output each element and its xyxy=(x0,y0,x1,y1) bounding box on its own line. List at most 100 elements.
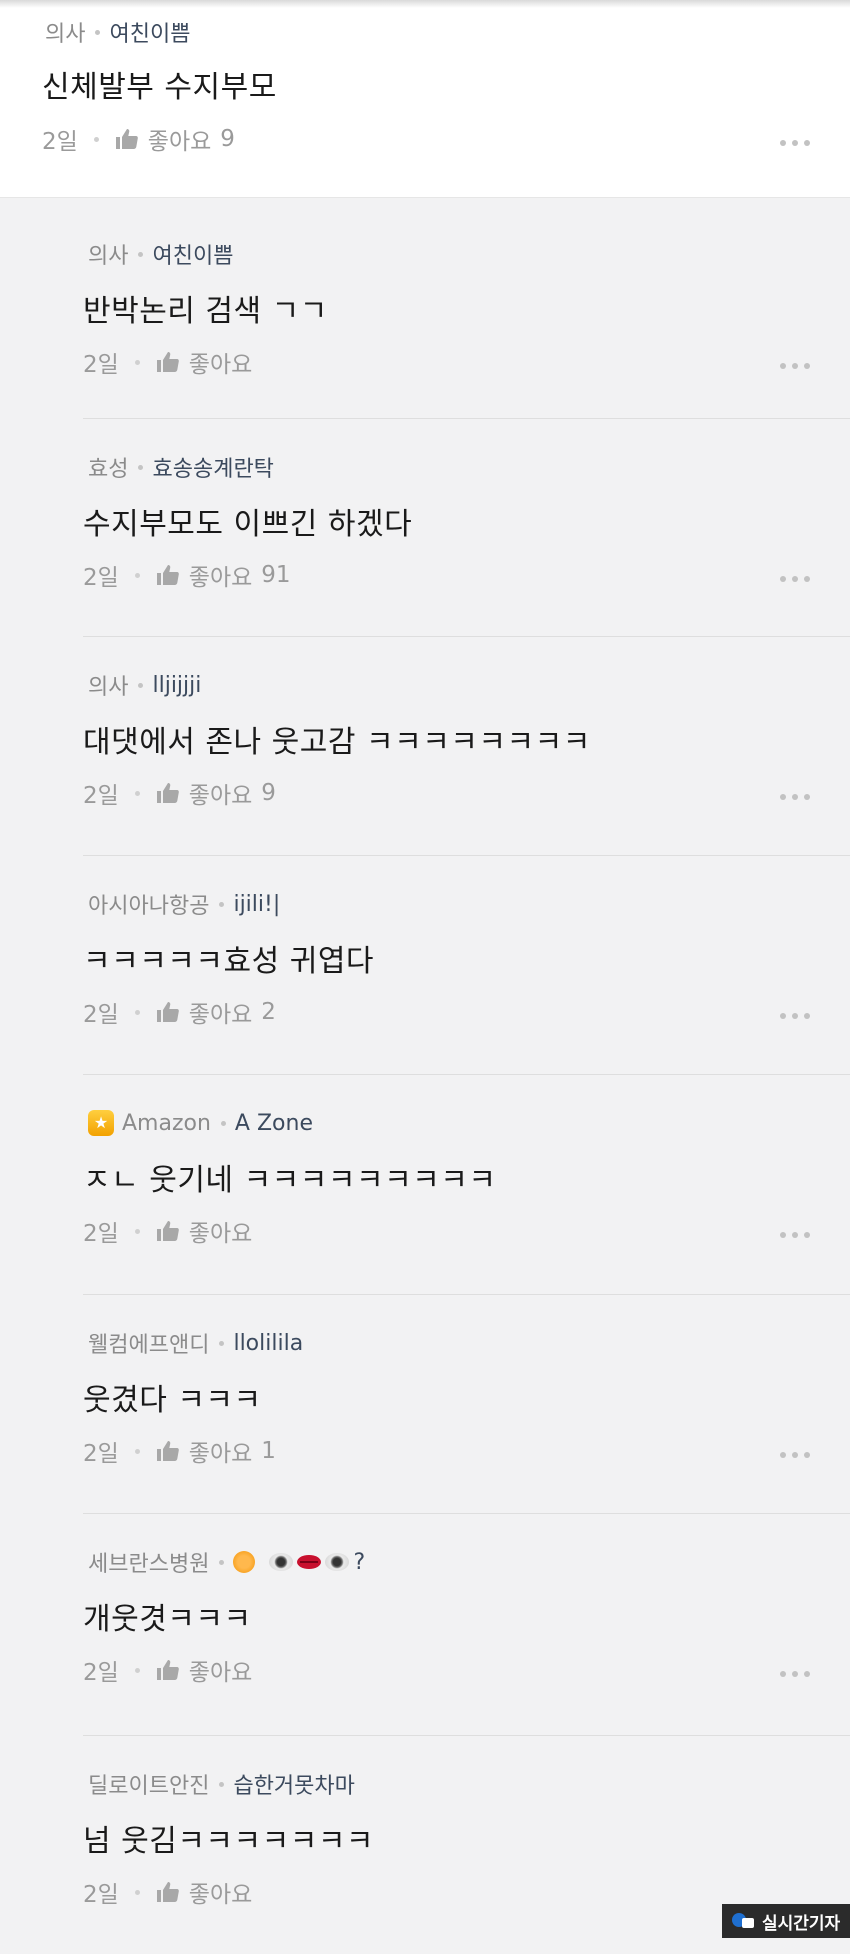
like-label: 좋아요 xyxy=(188,783,253,809)
author-nickname[interactable]: A Zone xyxy=(235,1111,313,1136)
like-label: 좋아요 xyxy=(188,565,253,591)
author-nickname[interactable]: 습한거못차마 xyxy=(233,1768,354,1800)
author-company: 의사 xyxy=(88,244,129,269)
comment-author[interactable]: 딜로이트안진 습한거못차마 xyxy=(88,1768,355,1800)
author-company: Amazon xyxy=(122,1110,211,1136)
separator-dot xyxy=(134,359,140,365)
reply-comment: 의사 여친이쁨 반박논리 검색 ㄱㄱ 2일 좋아요 xyxy=(0,205,850,424)
comment-author[interactable]: 웰컴에프앤디 llolilila xyxy=(88,1327,303,1359)
like-button[interactable]: 좋아요 xyxy=(156,1214,252,1248)
author-nickname[interactable]: llolilila xyxy=(233,1331,303,1356)
comment-author[interactable]: ★ Amazon A Zone xyxy=(88,1107,313,1139)
author-nickname[interactable]: 여친이쁨 xyxy=(152,238,233,270)
comment-footer: 2일 좋아요 xyxy=(83,1653,252,1687)
trophy-icon: ★ xyxy=(88,1110,114,1136)
comment-time: 2일 xyxy=(42,129,78,155)
more-options-icon[interactable] xyxy=(780,794,810,800)
author-company: 아시아나항공 xyxy=(88,894,210,919)
like-button[interactable]: 좋아요 9 xyxy=(156,776,276,810)
like-label: 좋아요 xyxy=(188,1441,253,1467)
like-button[interactable]: 좋아요 2 xyxy=(156,995,276,1029)
author-company: 의사 xyxy=(88,675,129,700)
thumbs-up-icon xyxy=(156,1002,179,1022)
more-options-icon[interactable] xyxy=(780,1452,810,1458)
divider xyxy=(83,418,850,419)
lips-emoji-icon xyxy=(297,1555,322,1569)
author-nickname[interactable]: 효송송계란탁 xyxy=(152,451,273,483)
comment-footer: 2일 좋아요 9 xyxy=(83,776,276,810)
author-nickname[interactable]: ? xyxy=(233,1550,365,1575)
separator-dot xyxy=(134,790,140,796)
comment-author[interactable]: 세브란스병원 ? xyxy=(88,1546,365,1578)
divider xyxy=(83,1735,850,1736)
sun-emoji-icon xyxy=(233,1551,256,1573)
comment-footer: 2일 좋아요 1 xyxy=(83,1434,276,1468)
author-company: 웰컴에프앤디 xyxy=(88,1333,210,1358)
comment-text: 넘 웃김ㅋㅋㅋㅋㅋㅋㅋ xyxy=(83,1824,375,1859)
like-button[interactable]: 좋아요 9 xyxy=(115,122,235,156)
author-company: 효성 xyxy=(88,457,129,482)
more-options-icon[interactable] xyxy=(780,363,810,369)
comment-author[interactable]: 아시아나항공 ijili!| xyxy=(88,888,280,920)
separator-dot xyxy=(219,1781,225,1787)
comment-footer: 2일 좋아요 xyxy=(83,345,252,379)
like-button[interactable]: 좋아요 91 xyxy=(156,558,291,592)
author-nickname[interactable]: 여친이쁨 xyxy=(109,16,190,48)
comment-author[interactable]: 의사 여친이쁨 xyxy=(45,16,190,48)
more-options-icon[interactable] xyxy=(780,576,810,582)
reply-comment: 효성 효송송계란탁 수지부모도 이쁘긴 하겠다 2일 좋아요 91 xyxy=(0,418,850,637)
separator-dot xyxy=(138,464,144,470)
comment-author[interactable]: 의사 lljijjji xyxy=(88,669,201,701)
more-options-icon[interactable] xyxy=(780,1013,810,1019)
thumbs-up-icon xyxy=(156,783,179,803)
comment-time: 2일 xyxy=(83,352,119,378)
comment-author[interactable]: 의사 여친이쁨 xyxy=(88,238,233,270)
separator-dot xyxy=(134,1009,140,1015)
reply-comment: 세브란스병원 ? 개웃겻ㅋㅋㅋ 2일 좋아요 xyxy=(0,1513,850,1732)
more-options-icon[interactable] xyxy=(780,1671,810,1677)
comment-author[interactable]: 효성 효송송계란탁 xyxy=(88,451,274,483)
parent-comment: 의사 여친이쁨 신체발부 수지부모 2일 좋아요 9 xyxy=(0,0,850,198)
like-button[interactable]: 좋아요 xyxy=(156,345,252,379)
comment-time: 2일 xyxy=(83,1660,119,1686)
thumbs-up-icon xyxy=(156,1441,179,1461)
watermark-logo-icon xyxy=(730,1910,756,1932)
comment-footer: 2일 좋아요 2 xyxy=(83,995,276,1029)
comment-text: 대댓에서 존나 웃고감 ㅋㅋㅋㅋㅋㅋㅋㅋ xyxy=(83,725,591,760)
divider xyxy=(83,636,850,637)
watermark-text: 실시간기자 xyxy=(762,1913,841,1934)
separator-dot xyxy=(220,1120,226,1126)
comment-footer: 2일 좋아요 xyxy=(83,1214,252,1248)
eye-emoji-icon xyxy=(325,1553,350,1571)
comment-time: 2일 xyxy=(83,1221,119,1247)
like-count: 1 xyxy=(261,1438,276,1464)
like-button[interactable]: 좋아요 xyxy=(156,1653,252,1687)
author-nickname[interactable]: lljijjji xyxy=(152,673,201,698)
thumbs-up-icon xyxy=(156,1221,179,1241)
thumbs-up-icon xyxy=(156,1882,179,1902)
nickname-text: ? xyxy=(353,1549,366,1575)
author-company: 세브란스병원 xyxy=(88,1552,210,1577)
author-nickname[interactable]: ijili!| xyxy=(233,892,280,917)
divider xyxy=(83,855,850,856)
author-company: 의사 xyxy=(45,22,86,47)
like-label: 좋아요 xyxy=(188,1221,253,1247)
separator-dot xyxy=(134,1889,140,1895)
comment-text: 반박논리 검색 ㄱㄱ xyxy=(83,294,328,329)
like-button[interactable]: 좋아요 1 xyxy=(156,1434,276,1468)
comment-text: 개웃겻ㅋㅋㅋ xyxy=(83,1602,252,1637)
more-options-icon[interactable] xyxy=(780,1232,810,1238)
like-button[interactable]: 좋아요 xyxy=(156,1875,252,1909)
comment-text: 수지부모도 이쁘긴 하겠다 xyxy=(83,507,413,542)
separator-dot xyxy=(93,136,99,142)
more-options-icon[interactable] xyxy=(780,140,810,146)
comment-footer: 2일 좋아요 9 xyxy=(42,122,235,156)
reply-comment: 웰컴에프앤디 llolilila 웃겼다 ㅋㅋㅋ 2일 좋아요 1 xyxy=(0,1294,850,1513)
separator-dot xyxy=(134,1228,140,1234)
like-label: 좋아요 xyxy=(147,129,212,155)
divider xyxy=(83,1513,850,1514)
comment-footer: 2일 좋아요 91 xyxy=(83,558,291,592)
divider xyxy=(83,1074,850,1075)
author-company: 딜로이트안진 xyxy=(88,1774,210,1799)
like-label: 좋아요 xyxy=(188,1882,253,1908)
